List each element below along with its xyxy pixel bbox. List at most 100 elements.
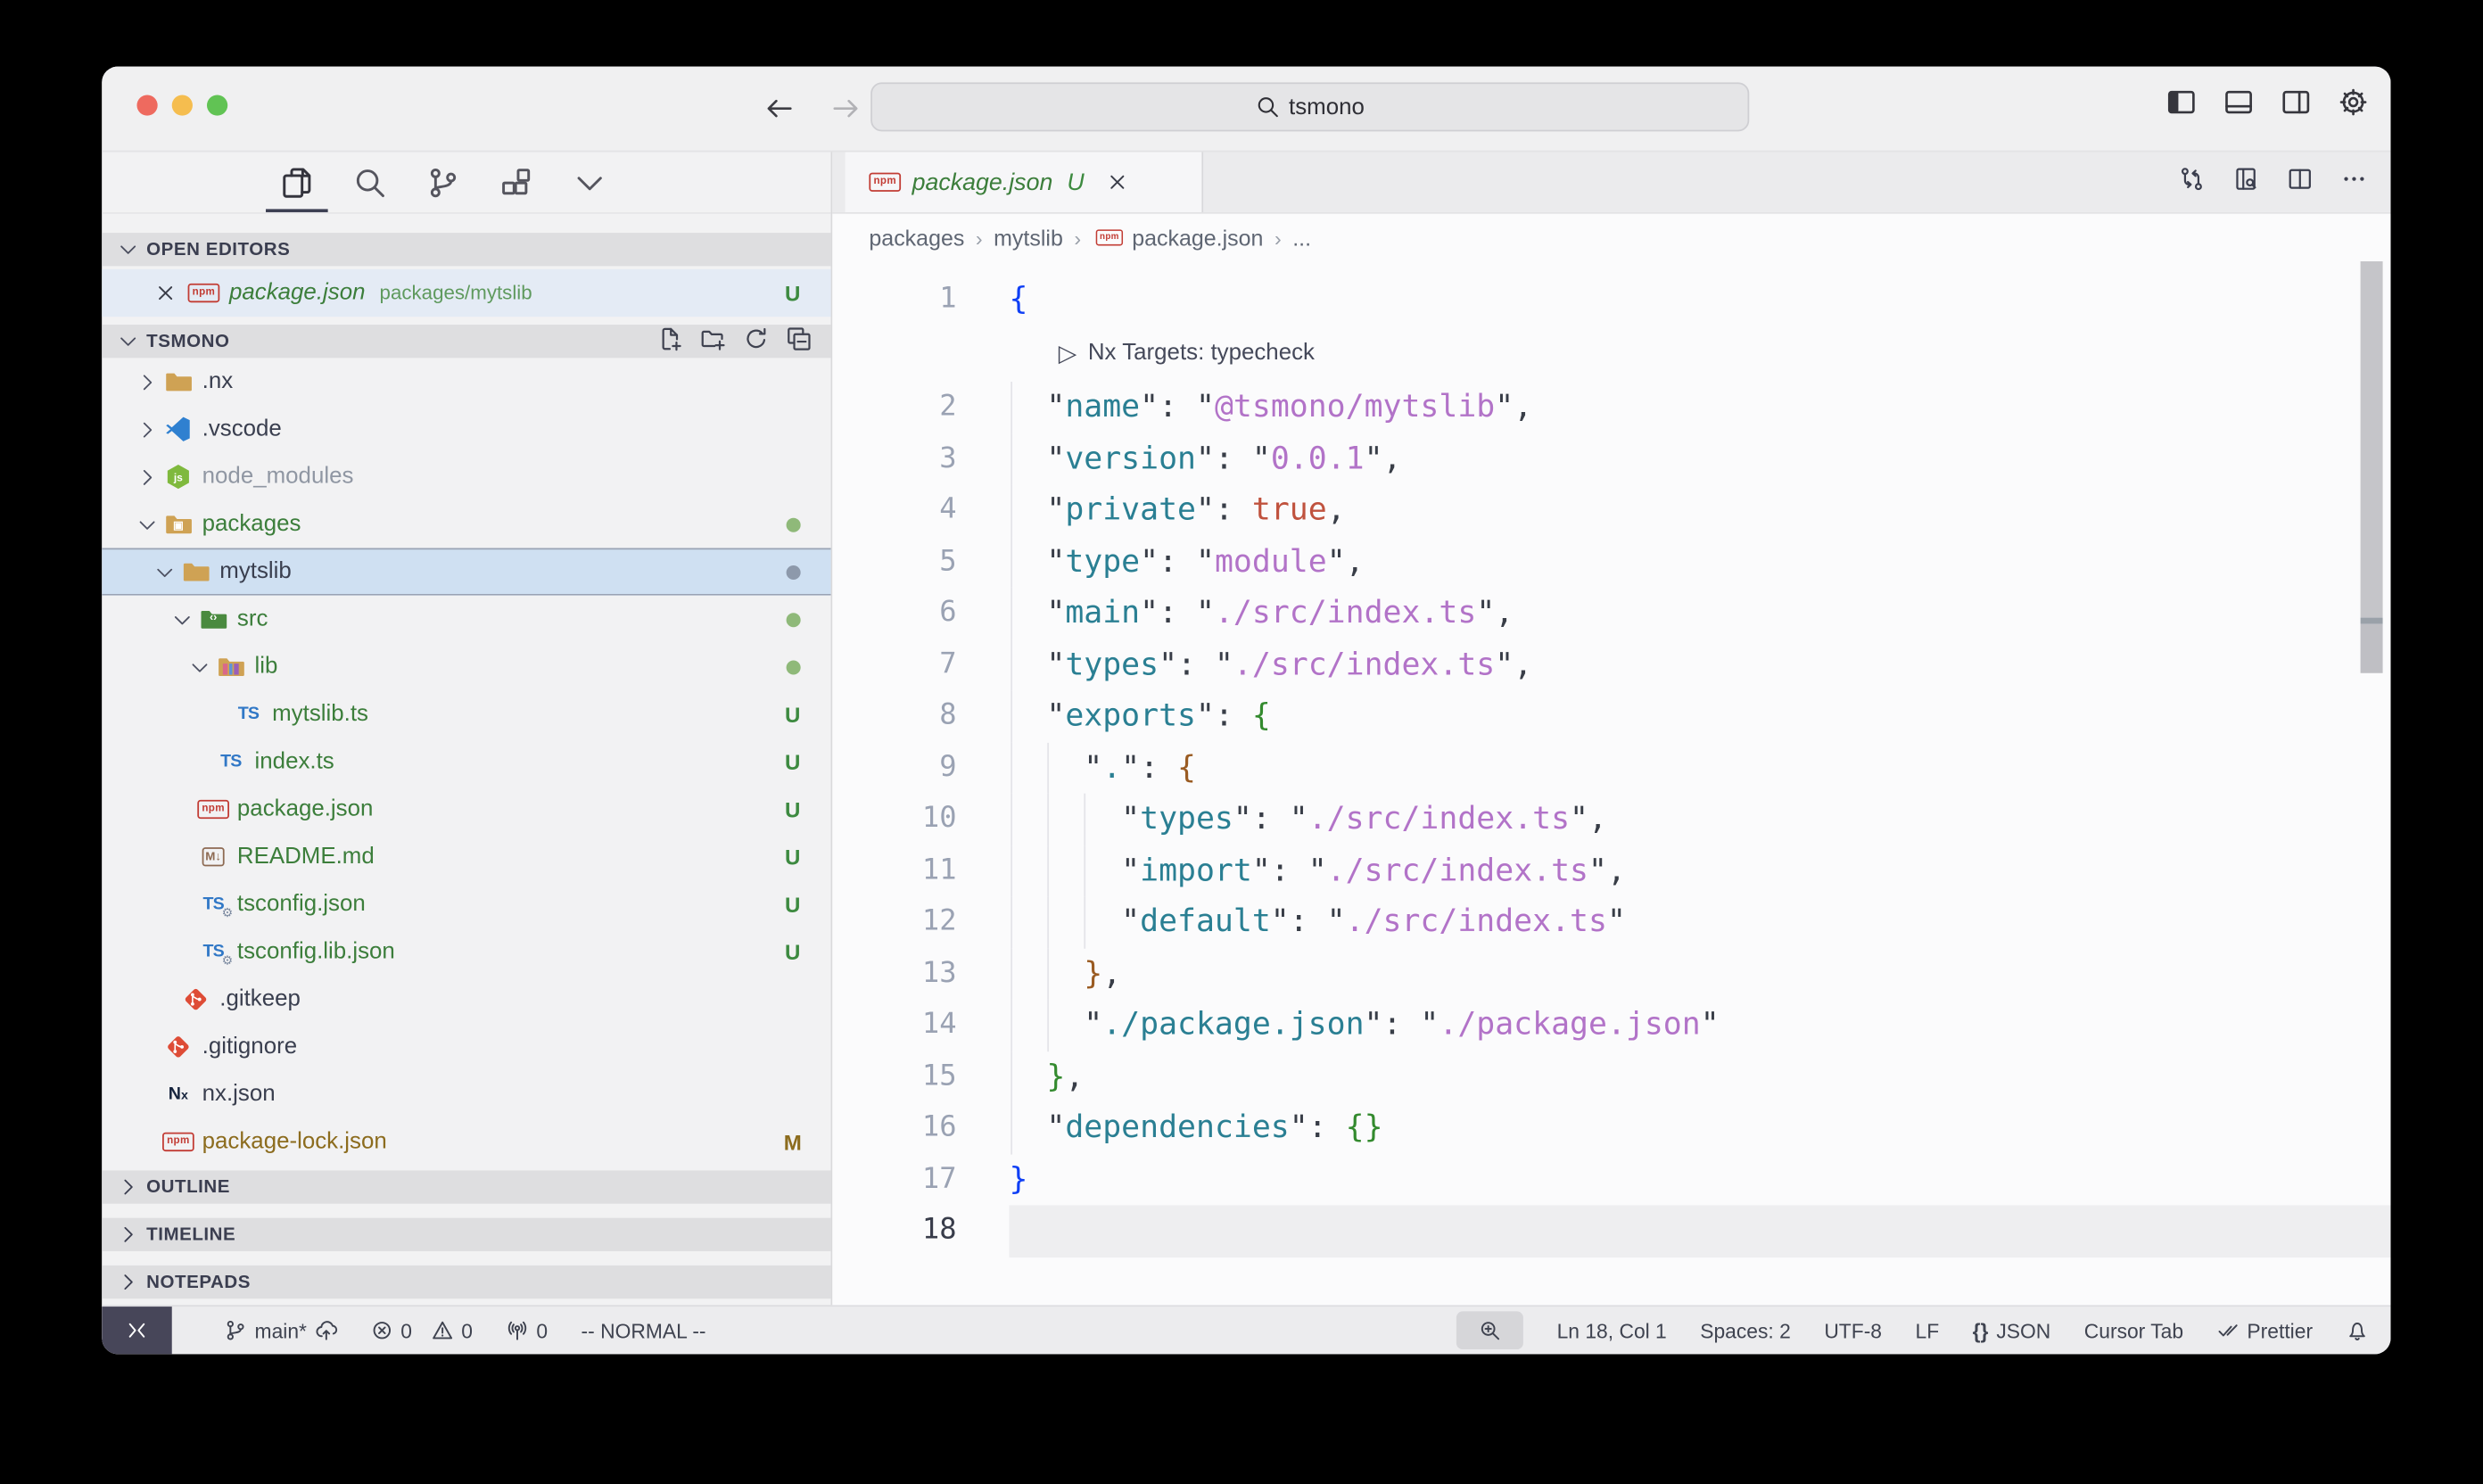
settings-button[interactable]: [2339, 87, 2369, 126]
code-line-11[interactable]: 11 "import": "./src/index.ts",: [832, 845, 2390, 896]
refresh-explorer-button[interactable]: [743, 326, 769, 357]
tree-item-nx.json[interactable]: Nx nx.json: [102, 1070, 830, 1117]
close-tab-icon[interactable]: [1107, 171, 1129, 194]
chevron-right-icon[interactable]: [136, 419, 161, 440]
section-notepads[interactable]: NOTEPADS: [102, 1266, 830, 1298]
code-line-18[interactable]: 18: [832, 1205, 2390, 1257]
minimize-window-button[interactable]: [172, 95, 193, 116]
status-cursor-tab[interactable]: Cursor Tab: [2084, 1318, 2183, 1342]
editor-scrollbar[interactable]: [2361, 261, 2383, 1305]
chevron-down-icon[interactable]: [189, 656, 213, 677]
status-formatter[interactable]: Prettier: [2217, 1318, 2314, 1342]
toggle-secondary-sidebar-button[interactable]: [2281, 87, 2311, 126]
status-ports[interactable]: 0: [506, 1318, 548, 1342]
chevron-down-icon[interactable]: [136, 514, 161, 534]
tree-item-package.json[interactable]: npmpackage.jsonU: [102, 786, 830, 833]
code-line-2[interactable]: 2 "name": "@tsmono/mytslib",: [832, 382, 2390, 433]
close-window-button[interactable]: [136, 95, 157, 116]
status-zoom-indicator[interactable]: [1456, 1311, 1523, 1349]
status-notifications[interactable]: [2347, 1319, 2369, 1341]
code-line-16[interactable]: 16 "dependencies": {}: [832, 1102, 2390, 1154]
code-line-14[interactable]: 14 "./package.json": "./package.json": [832, 1000, 2390, 1051]
chevron-down-icon[interactable]: [154, 562, 178, 582]
forward-button[interactable]: [824, 87, 865, 128]
section-timeline[interactable]: TIMELINE: [102, 1218, 830, 1251]
back-button[interactable]: [757, 87, 798, 128]
activity-extensions[interactable]: [499, 166, 532, 199]
tree-item-.nx[interactable]: .nx: [102, 358, 830, 405]
open-preview-button[interactable]: [2233, 166, 2259, 199]
code-line-12[interactable]: 12 "default": "./src/index.ts": [832, 896, 2390, 948]
status-text: -- NORMAL --: [582, 1318, 706, 1342]
code-line-4[interactable]: 4 "private": true,: [832, 484, 2390, 536]
section-outline[interactable]: OUTLINE: [102, 1170, 830, 1203]
chevron-right-icon[interactable]: [136, 371, 161, 392]
chevron-down-icon[interactable]: [172, 609, 196, 630]
toggle-panel-button[interactable]: [2223, 87, 2254, 126]
status-remote-indicator[interactable]: [102, 1307, 172, 1354]
open-editor-item[interactable]: npm package.json packages/mytslib U: [102, 269, 830, 317]
status-cursor-position[interactable]: Ln 18, Col 1: [1557, 1318, 1667, 1342]
code-editor[interactable]: 1{▷Nx Targets: typecheck2 "name": "@tsmo…: [832, 261, 2390, 1305]
activity-source-control[interactable]: [426, 166, 459, 199]
breadcrumb-item-packages[interactable]: packages: [869, 225, 964, 250]
tree-item-README.md[interactable]: M↓README.mdU: [102, 833, 830, 880]
new-folder-button[interactable]: [700, 326, 726, 357]
status-eol[interactable]: LF: [1916, 1318, 1940, 1342]
tree-item-node_modules[interactable]: jsnode_modules: [102, 453, 830, 500]
nx-icon: Nx: [164, 1082, 193, 1107]
tree-item-packages[interactable]: ▣packages: [102, 500, 830, 548]
activity-more-views[interactable]: [573, 166, 606, 199]
toggle-primary-sidebar-button[interactable]: [2166, 87, 2197, 126]
open-editors-header[interactable]: OPEN EDITORS: [102, 233, 830, 266]
code-line-1[interactable]: 1{: [832, 274, 2390, 326]
zoom-window-button[interactable]: [207, 95, 227, 116]
breadcrumb-item-...[interactable]: ...: [1292, 225, 1311, 250]
breadcrumb-item-mytslib[interactable]: mytslib: [994, 225, 1063, 250]
collapse-folders-button[interactable]: [787, 326, 813, 357]
code-line-17[interactable]: 17}: [832, 1154, 2390, 1206]
tree-item-.gitignore[interactable]: .gitignore: [102, 1023, 830, 1070]
code-line-10[interactable]: 10 "types": "./src/index.ts",: [832, 794, 2390, 845]
extensions-icon: [499, 166, 532, 199]
open-changes-button[interactable]: [2179, 166, 2205, 199]
tree-item-label: nx.json: [202, 1082, 276, 1107]
tree-item-index.ts[interactable]: TSindex.tsU: [102, 738, 830, 786]
tab-package-json[interactable]: npm package.json U: [846, 152, 1204, 211]
tree-item-.vscode[interactable]: .vscode: [102, 406, 830, 453]
split-editor-button[interactable]: [2287, 166, 2313, 199]
breadcrumb-item-package.json[interactable]: npmpackage.json: [1093, 225, 1264, 250]
code-line-8[interactable]: 8 "exports": {: [832, 690, 2390, 742]
status-language-mode[interactable]: {}JSON: [1973, 1318, 2051, 1342]
command-center-search[interactable]: tsmono: [870, 82, 1749, 131]
code-line-5[interactable]: 5 "type": "module",: [832, 536, 2390, 588]
status-indentation[interactable]: Spaces: 2: [1700, 1318, 1791, 1342]
more-actions-button[interactable]: [2341, 166, 2367, 199]
code-line-7[interactable]: 7 "types": "./src/index.ts",: [832, 639, 2390, 691]
tree-item-tsconfig.lib.json[interactable]: TS⚙tsconfig.lib.jsonU: [102, 928, 830, 976]
close-editor-icon[interactable]: [154, 282, 177, 304]
code-line-3[interactable]: 3 "version": "0.0.1",: [832, 433, 2390, 485]
status-encoding[interactable]: UTF-8: [1824, 1318, 1882, 1342]
tree-item-tsconfig.json[interactable]: TS⚙tsconfig.jsonU: [102, 880, 830, 928]
tree-item-mytslib[interactable]: mytslib: [102, 548, 830, 595]
codelens-nx-targets[interactable]: ▷Nx Targets: typecheck: [1059, 326, 1315, 382]
code-line-13[interactable]: 13 },: [832, 948, 2390, 1000]
activity-explorer[interactable]: [280, 166, 313, 199]
tree-item-src[interactable]: ‹›src: [102, 596, 830, 643]
tree-item-.gitkeep[interactable]: .gitkeep: [102, 976, 830, 1023]
code-line-6[interactable]: 6 "main": "./src/index.ts",: [832, 588, 2390, 639]
status-vim-mode[interactable]: -- NORMAL --: [582, 1318, 706, 1342]
new-file-button[interactable]: [657, 326, 683, 357]
status-problems[interactable]: 00: [370, 1318, 473, 1342]
explorer-section-header[interactable]: TSMONO: [102, 325, 830, 358]
code-line-15[interactable]: 15 },: [832, 1051, 2390, 1102]
activity-search[interactable]: [353, 166, 386, 199]
tree-item-lib[interactable]: lib: [102, 643, 830, 690]
code-line-9[interactable]: 9 ".": {: [832, 742, 2390, 794]
tree-item-mytslib.ts[interactable]: TSmytslib.tsU: [102, 690, 830, 738]
tree-item-package-lock.json[interactable]: npmpackage-lock.jsonM: [102, 1118, 830, 1161]
explorer-actions: [657, 326, 812, 357]
chevron-right-icon[interactable]: [136, 466, 161, 487]
status-git-branch-status[interactable]: main*: [225, 1318, 337, 1342]
